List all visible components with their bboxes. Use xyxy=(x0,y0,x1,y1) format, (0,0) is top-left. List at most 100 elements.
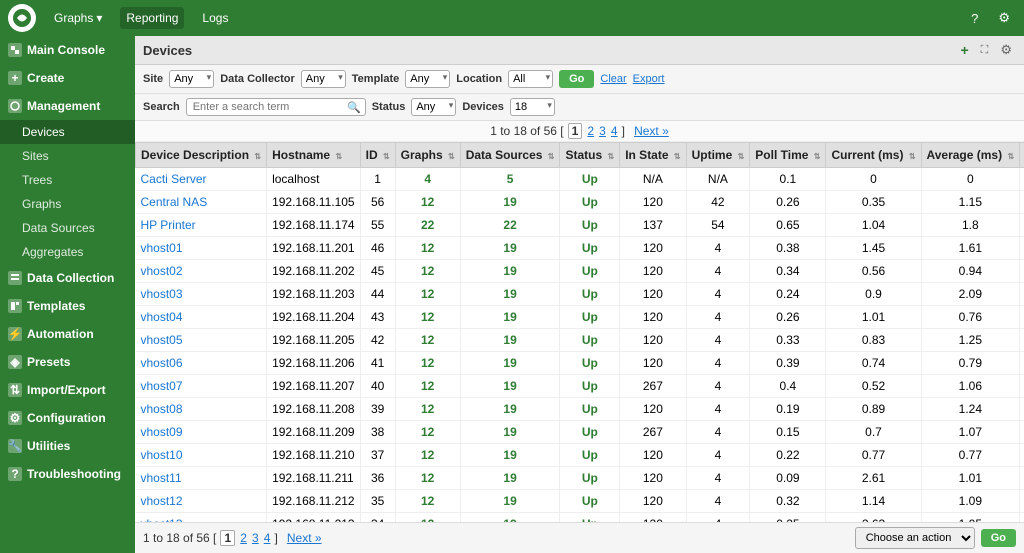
col-description[interactable]: Device Description ⇅ xyxy=(136,143,267,168)
col-in-state[interactable]: In State ⇅ xyxy=(620,143,686,168)
data-sources-cell[interactable]: 19 xyxy=(460,237,560,260)
col-average-ms[interactable]: Average (ms) ⇅ xyxy=(921,143,1020,168)
device-description-cell[interactable]: vhost02 xyxy=(136,260,267,283)
page-link-2-bottom[interactable]: 2 xyxy=(240,531,247,545)
sidebar-item-create[interactable]: + Create xyxy=(0,64,135,92)
export-button[interactable]: Export xyxy=(633,73,665,85)
page-link-4-top[interactable]: 4 xyxy=(611,124,618,138)
col-id[interactable]: ID ⇅ xyxy=(360,143,395,168)
page-link-3-top[interactable]: 3 xyxy=(599,124,606,138)
settings-button[interactable]: ⚙ xyxy=(996,40,1016,60)
data-sources-cell[interactable]: 19 xyxy=(460,490,560,513)
page-link-3-bottom[interactable]: 3 xyxy=(252,531,259,545)
device-description-cell[interactable]: vhost03 xyxy=(136,283,267,306)
sidebar-item-presets[interactable]: ◈ Presets xyxy=(0,348,135,376)
data-sources-cell[interactable]: 19 xyxy=(460,421,560,444)
graphs-cell[interactable]: 12 xyxy=(395,375,460,398)
graphs-cell[interactable]: 12 xyxy=(395,283,460,306)
col-availability[interactable]: Availability ⇅ xyxy=(1020,143,1024,168)
page-link-4-bottom[interactable]: 4 xyxy=(264,531,271,545)
graphs-cell[interactable]: 4 xyxy=(395,168,460,191)
sidebar-item-configuration[interactable]: ⚙ Configuration xyxy=(0,404,135,432)
sidebar-item-aggregates[interactable]: Aggregates xyxy=(0,240,135,264)
data-sources-cell[interactable]: 19 xyxy=(460,306,560,329)
device-description-cell[interactable]: Cacti Server xyxy=(136,168,267,191)
sidebar-item-trees[interactable]: Trees xyxy=(0,168,135,192)
site-select[interactable]: Any xyxy=(169,70,214,88)
graphs-cell[interactable]: 12 xyxy=(395,237,460,260)
settings-icon[interactable]: ⚙ xyxy=(992,6,1016,30)
graphs-cell[interactable]: 12 xyxy=(395,260,460,283)
next-link-bottom[interactable]: Next » xyxy=(287,531,322,545)
devices-per-page-select[interactable]: 18 30 50 xyxy=(510,98,555,116)
data-sources-cell[interactable]: 19 xyxy=(460,352,560,375)
sidebar-item-sites[interactable]: Sites xyxy=(0,144,135,168)
sidebar-item-automation[interactable]: ⚡ Automation xyxy=(0,320,135,348)
data-sources-cell[interactable]: 19 xyxy=(460,375,560,398)
graphs-cell[interactable]: 12 xyxy=(395,444,460,467)
nav-reporting[interactable]: Reporting xyxy=(120,7,184,29)
device-description-cell[interactable]: vhost06 xyxy=(136,352,267,375)
search-input[interactable] xyxy=(186,98,366,116)
graphs-cell[interactable]: 12 xyxy=(395,513,460,523)
status-select[interactable]: Any xyxy=(411,98,456,116)
graphs-cell[interactable]: 12 xyxy=(395,191,460,214)
data-sources-cell[interactable]: 19 xyxy=(460,467,560,490)
device-description-cell[interactable]: vhost10 xyxy=(136,444,267,467)
device-description-cell[interactable]: vhost12 xyxy=(136,490,267,513)
data-sources-cell[interactable]: 19 xyxy=(460,444,560,467)
fullscreen-button[interactable]: ⛶ xyxy=(977,40,993,60)
graphs-cell[interactable]: 12 xyxy=(395,467,460,490)
page-link-2-top[interactable]: 2 xyxy=(587,124,594,138)
col-hostname[interactable]: Hostname ⇅ xyxy=(267,143,361,168)
device-description-cell[interactable]: vhost04 xyxy=(136,306,267,329)
data-sources-cell[interactable]: 19 xyxy=(460,191,560,214)
device-description-cell[interactable]: vhost05 xyxy=(136,329,267,352)
col-uptime[interactable]: Uptime ⇅ xyxy=(686,143,750,168)
data-collector-select[interactable]: Any xyxy=(301,70,346,88)
go-button[interactable]: Go xyxy=(559,70,594,88)
col-poll-time[interactable]: Poll Time ⇅ xyxy=(750,143,826,168)
device-description-cell[interactable]: Central NAS xyxy=(136,191,267,214)
next-link-top[interactable]: Next » xyxy=(634,124,669,138)
location-select[interactable]: All xyxy=(508,70,553,88)
graphs-cell[interactable]: 22 xyxy=(395,214,460,237)
graphs-cell[interactable]: 12 xyxy=(395,329,460,352)
sidebar-item-graphs[interactable]: Graphs xyxy=(0,192,135,216)
col-status[interactable]: Status ⇅ xyxy=(560,143,620,168)
device-description-cell[interactable]: vhost11 xyxy=(136,467,267,490)
action-select[interactable]: Choose an action xyxy=(855,527,975,549)
graphs-cell[interactable]: 12 xyxy=(395,421,460,444)
col-graphs[interactable]: Graphs ⇅ xyxy=(395,143,460,168)
graphs-cell[interactable]: 12 xyxy=(395,352,460,375)
page-link-1-bottom[interactable]: 1 xyxy=(220,530,235,546)
device-description-cell[interactable]: HP Printer xyxy=(136,214,267,237)
sidebar-item-import-export[interactable]: ⇅ Import/Export xyxy=(0,376,135,404)
data-sources-cell[interactable]: 5 xyxy=(460,168,560,191)
col-data-sources[interactable]: Data Sources ⇅ xyxy=(460,143,560,168)
col-current-ms[interactable]: Current (ms) ⇅ xyxy=(826,143,921,168)
device-description-cell[interactable]: vhost08 xyxy=(136,398,267,421)
sidebar-item-utilities[interactable]: 🔧 Utilities xyxy=(0,432,135,460)
action-go-button[interactable]: Go xyxy=(981,529,1016,547)
sidebar-item-devices[interactable]: Devices xyxy=(0,120,135,144)
sidebar-item-data-sources[interactable]: Data Sources xyxy=(0,216,135,240)
device-description-cell[interactable]: vhost09 xyxy=(136,421,267,444)
clear-button[interactable]: Clear xyxy=(600,73,626,85)
device-description-cell[interactable]: vhost07 xyxy=(136,375,267,398)
template-select[interactable]: Any xyxy=(405,70,450,88)
sidebar-item-templates[interactable]: Templates xyxy=(0,292,135,320)
add-device-button[interactable]: + xyxy=(956,40,972,60)
sidebar-item-data-collection[interactable]: Data Collection xyxy=(0,264,135,292)
graphs-cell[interactable]: 12 xyxy=(395,306,460,329)
graphs-cell[interactable]: 12 xyxy=(395,490,460,513)
help-icon[interactable]: ? xyxy=(965,7,984,30)
nav-graphs[interactable]: Graphs ▾ xyxy=(48,7,108,29)
data-sources-cell[interactable]: 19 xyxy=(460,283,560,306)
data-sources-cell[interactable]: 19 xyxy=(460,260,560,283)
data-sources-cell[interactable]: 19 xyxy=(460,398,560,421)
device-description-cell[interactable]: vhost13 xyxy=(136,513,267,523)
device-description-cell[interactable]: vhost01 xyxy=(136,237,267,260)
sidebar-item-main-console[interactable]: Main Console xyxy=(0,36,135,64)
nav-logs[interactable]: Logs xyxy=(196,7,234,29)
